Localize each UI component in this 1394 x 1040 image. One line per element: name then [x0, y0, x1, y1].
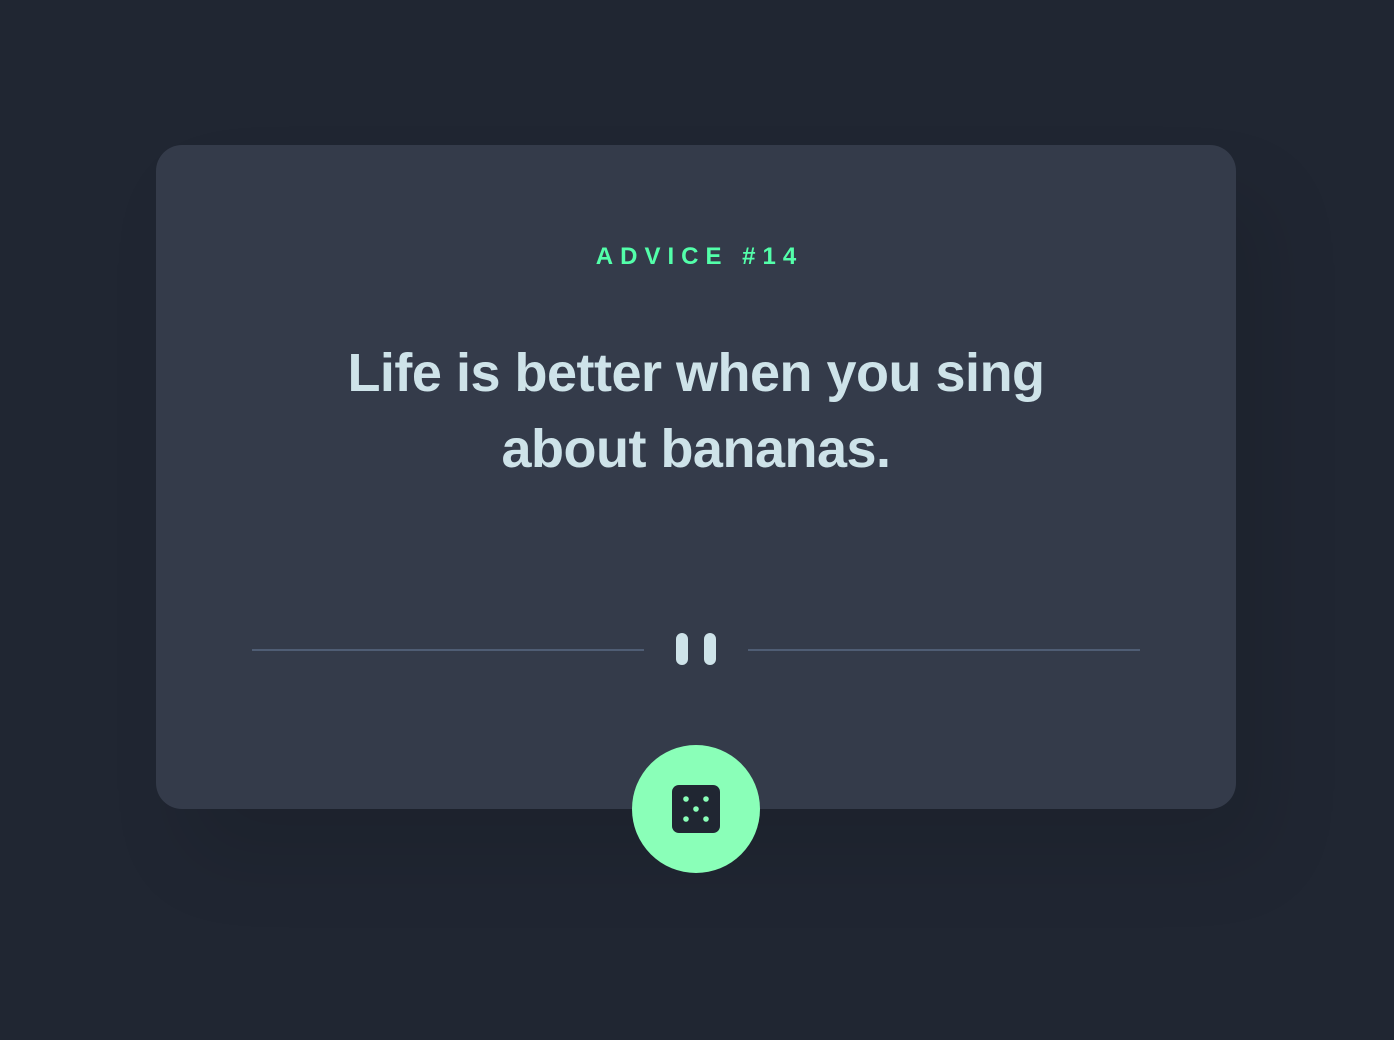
- advice-card: ADVICE #14 Life is better when you sing …: [156, 145, 1236, 809]
- advice-number-label: ADVICE #14: [595, 243, 804, 270]
- pause-bar-left: [676, 633, 688, 665]
- pattern-divider: [252, 633, 1140, 665]
- dice-icon: [672, 785, 720, 833]
- divider-line-right: [748, 649, 1140, 651]
- pause-bar-right: [704, 633, 716, 665]
- pause-icon: [676, 633, 716, 665]
- divider-line-left: [252, 649, 644, 651]
- advice-quote: Life is better when you sing about banan…: [347, 343, 1045, 479]
- new-advice-button[interactable]: [632, 745, 760, 873]
